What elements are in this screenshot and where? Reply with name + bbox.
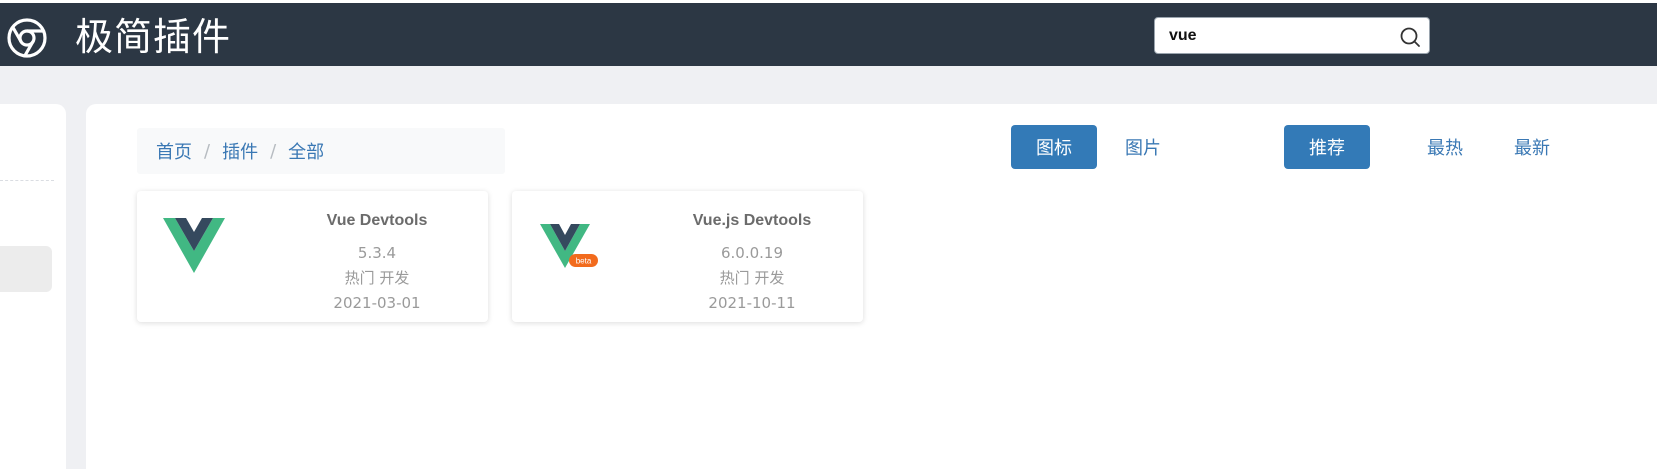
site-title[interactable]: 极简插件 [75, 12, 231, 62]
top-header: 极简插件 [0, 0, 1657, 66]
sort-newest-button[interactable]: 最新 [1489, 125, 1575, 169]
search-icon[interactable] [1399, 26, 1421, 48]
plugin-info: Vue.js Devtools 6.0.0.19 热门 开发 2021-10-1… [652, 211, 852, 316]
breadcrumb-home[interactable]: 首页 [156, 138, 192, 164]
chrome-logo-icon[interactable] [6, 17, 48, 59]
header-top-line [0, 0, 1657, 3]
plugin-tags: 热门 开发 [344, 269, 410, 287]
breadcrumb-all[interactable]: 全部 [288, 138, 324, 164]
view-icon-button[interactable]: 图标 [1011, 125, 1097, 169]
plugin-name[interactable]: Vue.js Devtools [652, 211, 852, 231]
plugin-card[interactable]: beta Vue.js Devtools 6.0.0.19 热门 开发 2021… [512, 191, 863, 322]
plugin-info: Vue Devtools 5.3.4 热门 开发 2021-03-01 [277, 211, 477, 316]
breadcrumb-separator: / [270, 140, 277, 162]
plugin-card[interactable]: Vue Devtools 5.3.4 热门 开发 2021-03-01 [137, 191, 488, 322]
sidebar-divider [0, 180, 54, 181]
view-image-button[interactable]: 图片 [1100, 125, 1186, 169]
breadcrumb: 首页 / 插件 / 全部 [137, 128, 505, 174]
plugin-version: 6.0.0.19 [720, 244, 784, 262]
plugin-tags: 热门 开发 [719, 269, 785, 287]
sidebar [0, 104, 66, 469]
vue-beta-logo-icon: beta [540, 224, 598, 268]
plugin-name[interactable]: Vue Devtools [277, 211, 477, 231]
search-box[interactable] [1154, 17, 1430, 54]
plugin-date: 2021-10-11 [708, 294, 796, 312]
breadcrumb-separator: / [204, 140, 211, 162]
beta-badge: beta [576, 257, 592, 266]
search-input[interactable] [1169, 24, 1389, 48]
plugin-date: 2021-03-01 [333, 294, 421, 312]
sort-hottest-button[interactable]: 最热 [1402, 125, 1488, 169]
plugin-version: 5.3.4 [357, 244, 397, 262]
sidebar-item-active[interactable] [0, 246, 52, 292]
vue-logo-icon [163, 218, 225, 273]
breadcrumb-plugins[interactable]: 插件 [222, 138, 258, 164]
sort-recommend-button[interactable]: 推荐 [1284, 125, 1370, 169]
